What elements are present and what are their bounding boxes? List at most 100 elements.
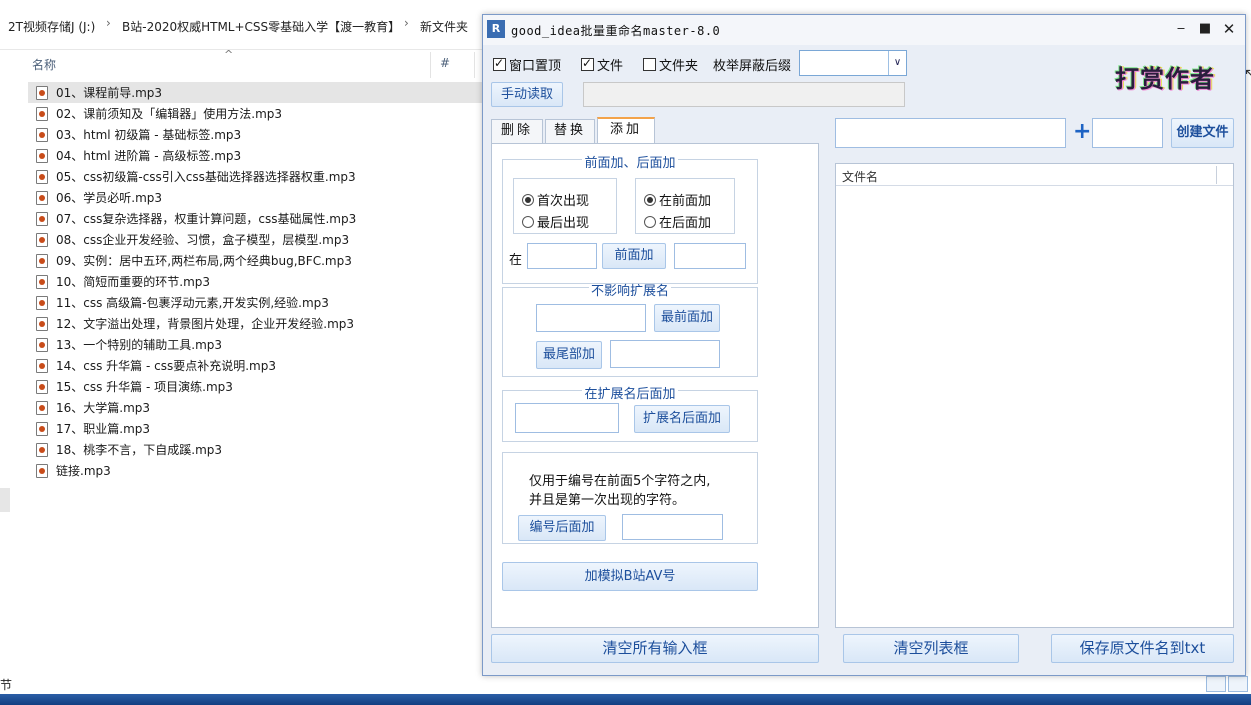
file-row[interactable]: 07、css复杂选择器，权重计算问题，css基础属性.mp3	[28, 208, 482, 229]
bilibili-av-button[interactable]: 加模拟B站AV号	[502, 562, 758, 591]
add-at-start-button[interactable]: 最前面加	[654, 304, 720, 332]
save-original-names-button[interactable]: 保存原文件名到txt	[1051, 634, 1234, 663]
file-row[interactable]: 03、html 初级篇 - 基础标签.mp3	[28, 124, 482, 145]
chevron-down-icon[interactable]: ∨	[888, 51, 906, 75]
file-row[interactable]: 09、实例：居中五环,两栏布局,两个经典bug,BFC.mp3	[28, 250, 482, 271]
at-position-input[interactable]	[527, 243, 597, 269]
file-row[interactable]: 10、简短而重要的环节.mp3	[28, 271, 482, 292]
breadcrumb-new-folder[interactable]: 新文件夹	[420, 18, 468, 35]
group-title: 前面加、后面加	[582, 156, 678, 171]
status-text: 节	[0, 678, 13, 692]
file-name: 07、css复杂选择器，权重计算问题，css基础属性.mp3	[56, 212, 357, 226]
column-divider[interactable]	[430, 52, 431, 78]
pin-top-checkbox[interactable]: 窗口置顶	[493, 55, 561, 74]
position-radio-group: 在前面加 在后面加	[635, 178, 735, 234]
file-row[interactable]: 18、桃李不言，下自成蹊.mp3	[28, 439, 482, 460]
files-checkbox[interactable]: 文件	[581, 55, 623, 74]
suffix-text-input[interactable]	[610, 340, 720, 368]
occurrence-radio-group: 首次出现 最后出现	[513, 178, 617, 234]
file-row[interactable]: 链接.mp3	[28, 460, 482, 481]
front-text-input[interactable]	[674, 243, 746, 269]
chevron-right-icon: ›	[106, 16, 111, 30]
file-row[interactable]: 01、课程前导.mp3	[28, 82, 482, 103]
path-input[interactable]	[583, 82, 905, 107]
file-row[interactable]: 06、学员必听.mp3	[28, 187, 482, 208]
radio-add-front[interactable]: 在前面加	[644, 190, 711, 209]
add-after-extension-button[interactable]: 扩展名后面加	[634, 405, 730, 433]
title-bar[interactable]: R good_idea批量重命名master-8.0 ‒ ■ ✕	[483, 15, 1245, 45]
after-number-input[interactable]	[622, 514, 723, 540]
tab-add[interactable]: 添加	[597, 117, 655, 144]
new-file-count-input[interactable]	[1092, 118, 1163, 148]
scrollbar-thumb[interactable]	[0, 488, 10, 512]
column-divider[interactable]	[1216, 166, 1217, 184]
audio-file-icon	[36, 85, 48, 100]
file-row[interactable]: 08、css企业开发经验、习惯，盒子模型，层模型.mp3	[28, 229, 482, 250]
folders-checkbox[interactable]: 文件夹	[643, 55, 698, 74]
app-icon: R	[487, 20, 505, 38]
clear-list-button[interactable]: 清空列表框	[843, 634, 1019, 663]
file-name: 05、css初级篇-css引入css基础选择器选择器权重.mp3	[56, 170, 356, 184]
taskbar	[0, 694, 1251, 705]
folders-label: 文件夹	[659, 59, 699, 74]
audio-file-icon	[36, 106, 48, 121]
minimize-button[interactable]: ‒	[1173, 21, 1189, 37]
file-name-list[interactable]: 文件名	[835, 163, 1234, 628]
new-file-name-input[interactable]	[835, 118, 1066, 148]
window-title: good_idea批量重命名master-8.0	[511, 24, 721, 38]
after-extension-input[interactable]	[515, 403, 619, 433]
file-row[interactable]: 02、课前须知及「编辑器」使用方法.mp3	[28, 103, 482, 124]
add-after-number-button[interactable]: 编号后面加	[518, 515, 606, 541]
suffix-select[interactable]: ∨	[799, 50, 907, 76]
file-row[interactable]: 14、css 升华篇 - css要点补充说明.mp3	[28, 355, 482, 376]
donate-author-logo[interactable]: 打赏作者	[1115, 59, 1215, 94]
radio-add-back[interactable]: 在后面加	[644, 212, 711, 231]
after-number-group: 仅用于编号在前面5个字符之内, 并且是第一次出现的字符。 编号后面加	[502, 452, 758, 544]
file-name: 18、桃李不言，下自成蹊.mp3	[56, 443, 223, 457]
add-at-end-button[interactable]: 最尾部加	[536, 341, 602, 369]
close-button[interactable]: ✕	[1221, 21, 1237, 37]
suffix-label: 枚举屏蔽后缀	[713, 59, 792, 74]
maximize-button[interactable]: ■	[1197, 21, 1213, 37]
file-name: 06、学员必听.mp3	[56, 191, 163, 205]
file-name: 02、课前须知及「编辑器」使用方法.mp3	[56, 107, 283, 121]
file-row[interactable]: 12、文字溢出处理，背景图片处理，企业开发经验.mp3	[28, 313, 482, 334]
file-name: 13、一个特别的辅助工具.mp3	[56, 338, 223, 352]
tab-delete[interactable]: 删除	[491, 119, 543, 143]
add-front-button[interactable]: 前面加	[602, 243, 666, 269]
file-row[interactable]: 13、一个特别的辅助工具.mp3	[28, 334, 482, 355]
radio-label: 在前面加	[659, 194, 712, 209]
tab-replace[interactable]: 替换	[545, 119, 595, 143]
clear-inputs-button[interactable]: 清空所有输入框	[491, 634, 819, 663]
audio-file-icon	[36, 400, 48, 415]
file-row[interactable]: 11、css 高级篇-包裹浮动元素,开发实例,经验.mp3	[28, 292, 482, 313]
checkbox-checked-icon	[493, 56, 506, 71]
file-row[interactable]: 04、html 进阶篇 - 高级标签.mp3	[28, 145, 482, 166]
create-file-button[interactable]: 创建文件	[1171, 118, 1234, 148]
audio-file-icon	[36, 148, 48, 163]
file-name: 03、html 初级篇 - 基础标签.mp3	[56, 128, 242, 142]
column-number-header[interactable]: #	[440, 56, 450, 70]
column-divider[interactable]	[474, 52, 475, 78]
large-icons-view-icon[interactable]	[1228, 676, 1248, 692]
radio-selected-icon	[644, 193, 656, 206]
file-name: 链接.mp3	[56, 464, 111, 478]
add-tab-panel: 前面加、后面加 首次出现 最后出现 在前面加 在后面加 在 前面加 不影响扩展名…	[491, 143, 819, 628]
details-view-icon[interactable]	[1206, 676, 1226, 692]
file-row[interactable]: 05、css初级篇-css引入css基础选择器选择器权重.mp3	[28, 166, 482, 187]
file-row[interactable]: 15、css 升华篇 - 项目演练.mp3	[28, 376, 482, 397]
group-title: 在扩展名后面加	[582, 387, 678, 402]
manual-read-button[interactable]: 手动读取	[491, 82, 563, 107]
file-row[interactable]: 16、大学篇.mp3	[28, 397, 482, 418]
breadcrumb-course-folder[interactable]: B站-2020权威HTML+CSS零基础入学【渡一教育】	[122, 18, 400, 35]
file-row[interactable]: 17、职业篇.mp3	[28, 418, 482, 439]
radio-last-occurrence[interactable]: 最后出现	[522, 212, 589, 231]
pin-top-label: 窗口置顶	[509, 59, 562, 74]
breadcrumb-drive[interactable]: 2T视频存储J (J:)	[8, 18, 95, 35]
audio-file-icon	[36, 169, 48, 184]
file-name-column-header[interactable]: 文件名	[842, 168, 878, 185]
prefix-input[interactable]	[536, 304, 646, 332]
file-name: 12、文字溢出处理，背景图片处理，企业开发经验.mp3	[56, 317, 355, 331]
column-name-header[interactable]: 名称	[32, 56, 56, 73]
radio-first-occurrence[interactable]: 首次出现	[522, 190, 589, 209]
